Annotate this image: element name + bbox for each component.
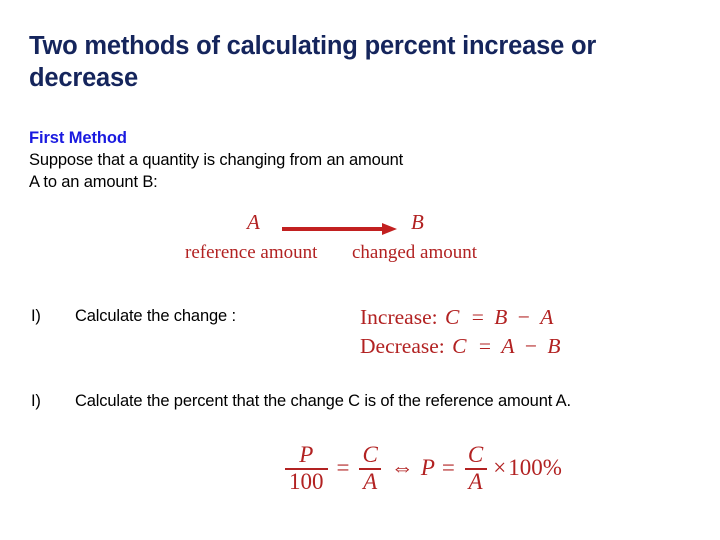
equals-sign-2: = bbox=[441, 455, 455, 481]
increase-operand-2: A bbox=[540, 305, 554, 329]
slide-canvas: Two methods of calculating percent incre… bbox=[0, 0, 720, 540]
decrease-operand-2: B bbox=[547, 334, 561, 358]
fraction-denominator: A bbox=[359, 467, 382, 494]
increase-equals: = bbox=[471, 305, 484, 329]
fraction-denominator: A bbox=[464, 467, 487, 494]
list-item: I) Calculate the percent that the change… bbox=[31, 390, 601, 412]
decrease-label: Decrease: bbox=[360, 334, 445, 358]
fraction-c-over-a-1: C A bbox=[358, 442, 382, 494]
change-equations: Increase: C = B − A Decrease: C = A − B bbox=[360, 303, 561, 361]
increase-lhs: C bbox=[444, 305, 460, 329]
fraction-p-over-100: P 100 bbox=[285, 443, 328, 494]
list-item-marker: I) bbox=[31, 392, 41, 410]
percent-formula: P 100 = C A ⇔ P = C A × 100% bbox=[281, 443, 562, 494]
arrow-head bbox=[382, 222, 397, 235]
decrease-equation: Decrease: C = A − B bbox=[360, 332, 561, 361]
diagram-to-caption: changed amount bbox=[352, 242, 478, 263]
fraction-numerator: P bbox=[299, 442, 314, 467]
list-item: I) Calculate the change : bbox=[31, 305, 361, 327]
arrow-shaft bbox=[282, 227, 387, 231]
decrease-operand-1: A bbox=[501, 334, 515, 358]
hundred-percent: 100% bbox=[508, 455, 562, 481]
fraction-numerator: C bbox=[362, 442, 378, 467]
increase-minus: − bbox=[517, 305, 530, 329]
equals-sign-1: = bbox=[336, 455, 350, 481]
diagram-from-label: A bbox=[247, 210, 260, 234]
intro-line-2: A to an amount B: bbox=[29, 173, 158, 191]
decrease-lhs: C bbox=[452, 334, 467, 358]
list-item-label: Calculate the change : bbox=[75, 307, 236, 325]
times-sign: × bbox=[493, 455, 507, 481]
increase-operand-1: B bbox=[494, 305, 508, 329]
fraction-denominator: 100 bbox=[285, 467, 328, 494]
list-item-marker: I) bbox=[31, 307, 41, 325]
increase-label: Increase: bbox=[360, 305, 438, 329]
decrease-minus: − bbox=[524, 334, 538, 358]
page-title: Two methods of calculating percent incre… bbox=[29, 32, 597, 92]
diagram-from-caption: reference amount bbox=[185, 242, 318, 263]
section-subheading: First Method bbox=[29, 129, 127, 147]
increase-equation: Increase: C = B − A bbox=[360, 303, 561, 332]
iff-symbol: ⇔ bbox=[390, 455, 414, 481]
right-arrow-icon bbox=[282, 222, 400, 235]
list-item-label: Calculate the percent that the change C … bbox=[75, 392, 571, 410]
body-text-block: First Method Suppose that a quantity is … bbox=[29, 128, 639, 193]
fraction-c-over-a-2: C A bbox=[464, 443, 487, 494]
intro-line-1: Suppose that a quantity is changing from… bbox=[29, 151, 404, 169]
percent-variable: P bbox=[420, 455, 435, 481]
fraction-numerator: C bbox=[467, 442, 484, 467]
decrease-equals: = bbox=[478, 334, 491, 358]
reference-to-changed-diagram: A B reference amount changed amount bbox=[185, 210, 515, 272]
diagram-to-label: B bbox=[411, 210, 424, 234]
